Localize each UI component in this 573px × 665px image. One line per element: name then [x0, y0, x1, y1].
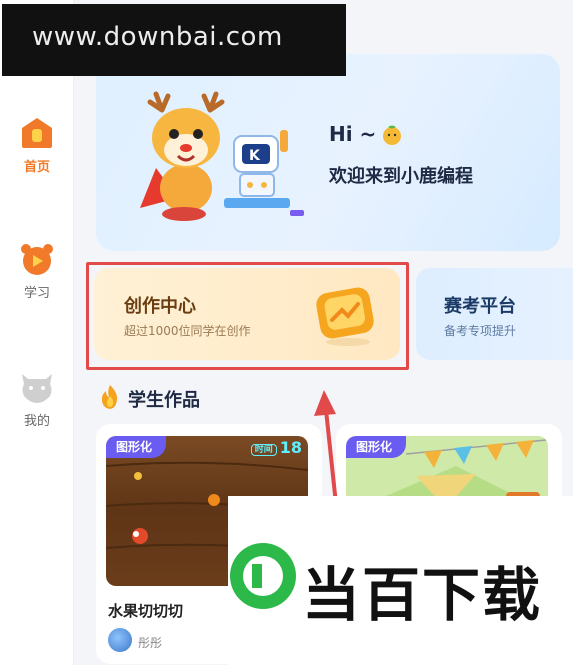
watermark-top: www.downbai.com: [2, 4, 346, 76]
exam-platform-title: 赛考平台: [444, 296, 516, 317]
sidebar-item-label: 首页: [23, 160, 50, 175]
greeting-text: Hi ~: [329, 122, 377, 146]
learn-icon: [21, 244, 53, 275]
flame-icon: [101, 385, 118, 409]
game-timer: 时间 18: [250, 438, 302, 457]
sidebar-item-learn[interactable]: 学习: [0, 242, 74, 301]
home-icon: [22, 118, 52, 148]
exam-platform-subtitle: 备考专项提升: [444, 324, 517, 338]
sidebar: 首页 学习 我的: [0, 0, 74, 665]
watermark-brand: 当百下载: [302, 561, 543, 629]
profile-icon: [22, 374, 52, 403]
downbai-logo-icon: [230, 543, 296, 609]
work-type-tag: 图形化: [106, 436, 167, 458]
sidebar-item-label: 学习: [23, 286, 50, 301]
work-author: 彤彤: [138, 636, 163, 650]
watermark-url: www.downbai.com: [32, 22, 283, 52]
welcome-banner: K Hi ~ 欢迎来到小鹿编程: [96, 54, 560, 251]
sidebar-item-profile[interactable]: 我的: [0, 370, 74, 429]
pointer-arrow-icon: [314, 390, 338, 505]
deer-mascot-icon: K: [140, 91, 304, 221]
exam-platform-card[interactable]: 赛考平台 备考专项提升: [416, 268, 573, 360]
highlight-box: [86, 262, 409, 370]
avatar: [108, 628, 132, 652]
work-type-tag: 图形化: [346, 436, 407, 458]
sidebar-item-label: 我的: [23, 414, 50, 429]
timer-label: 时间: [250, 444, 277, 456]
work-title: 水果切切切: [108, 602, 184, 620]
timer-value: 18: [279, 438, 302, 457]
welcome-text: 欢迎来到小鹿编程: [329, 166, 473, 187]
sidebar-item-home[interactable]: 首页: [0, 116, 74, 175]
svg-text:K: K: [249, 148, 261, 164]
section-title: 学生作品: [128, 390, 200, 411]
watermark-bottom: 当百下载: [228, 496, 573, 665]
fruit-emoji-icon: [383, 125, 401, 145]
